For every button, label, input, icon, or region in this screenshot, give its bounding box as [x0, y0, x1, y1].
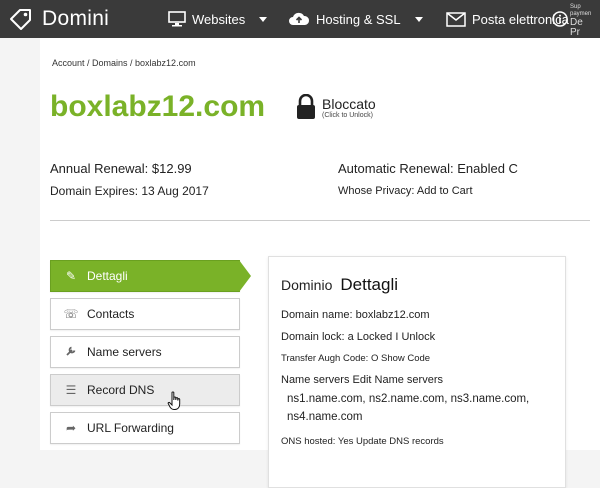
nav-websites[interactable]: Websites [168, 0, 268, 38]
side-item-url-forwarding[interactable]: ➦ URL Forwarding [50, 412, 240, 444]
wrench-icon [61, 345, 81, 360]
mini-menu-line: Pr [570, 27, 580, 38]
name-servers-list: ns1.name.com, ns2.name.com, ns3.name.com… [287, 393, 530, 423]
monitor-icon [168, 11, 186, 27]
forward-arrow-icon: ➦ [65, 421, 77, 435]
side-item-contacts[interactable]: ☏ Contacts [50, 298, 240, 330]
mini-menu-line: Sup [570, 4, 581, 10]
nav-hosting-ssl[interactable]: Hosting & SSL [288, 0, 423, 38]
side-item-label: Contacts [87, 307, 135, 321]
account-mini-menu[interactable]: Sup paymen De Pr [570, 4, 591, 38]
side-item-dettagli[interactable]: ✎ Dettagli [50, 260, 251, 292]
main-panel: Account / Domains / boxlabz12.com boxlab… [40, 38, 600, 488]
dns-hosted-row[interactable]: ONS hosted: Yes Update DNS records [281, 436, 561, 447]
nav-websites-label: Websites [192, 11, 246, 27]
card-heading-b: Dettagli [340, 275, 398, 294]
list-icon: ☰ [65, 383, 77, 397]
lock-toggle[interactable]: Bloccato (Click to Unlock) [296, 94, 376, 120]
brand-name: Domini [42, 7, 110, 30]
pencil-icon: ✎ [65, 269, 77, 283]
lock-hint: (Click to Unlock) [322, 111, 373, 119]
card-heading: Dominio Dettagli [281, 275, 398, 295]
brand-logo[interactable]: Domini [8, 6, 109, 32]
cloud-upload-icon [289, 12, 310, 25]
side-item-name-servers[interactable]: Name servers [50, 336, 240, 368]
breadcrumb[interactable]: Account / Domains / boxlabz12.com [52, 58, 196, 68]
domain-lock-row[interactable]: Domain lock: a Locked I Unlock [281, 331, 561, 343]
chevron-down-icon [414, 16, 423, 22]
divider [50, 220, 590, 221]
nav-hosting-label: Hosting & SSL [316, 11, 401, 27]
side-item-label: Dettagli [87, 269, 128, 283]
top-navigation-bar: Domini Websites Hosting & SSL Posta elet… [0, 0, 600, 38]
domain-name-row: Domain name: boxlabz12.com [281, 309, 430, 321]
whois-privacy[interactable]: Whose Privacy: Add to Cart [338, 180, 518, 202]
domain-expires: Domain Expires: 13 Aug 2017 [50, 184, 209, 198]
side-item-record-dns[interactable]: ☰ Record DNS [50, 374, 240, 410]
transfer-auth-row[interactable]: Transfer Augh Code: O Show Code [281, 353, 561, 364]
lock-status: Bloccato [322, 95, 376, 112]
settings-info: Automatic Renewal: Enabled C Whose Priva… [338, 158, 518, 202]
side-item-label: URL Forwarding [87, 421, 174, 435]
page-title: boxlabz12.com [50, 90, 266, 123]
name-servers-row[interactable]: Name servers Edit Name servers [281, 374, 561, 386]
chevron-down-icon [259, 16, 268, 22]
annual-renewal: Annual Renewal: $12.99 [50, 161, 192, 176]
hand-cursor-icon [167, 391, 181, 410]
phone-icon: ☏ [63, 307, 79, 321]
tag-icon [10, 9, 31, 30]
details-list: Domain name: boxlabz12.com Domain lock: … [281, 309, 561, 457]
card-heading-a: Dominio [281, 277, 333, 293]
nav-email[interactable]: Posta elettronica [446, 0, 569, 38]
automatic-renewal[interactable]: Automatic Renewal: Enabled C [338, 158, 518, 180]
details-card: Dominio Dettagli Domain name: boxlabz12.… [268, 256, 566, 488]
side-menu: ✎ Dettagli ☏ Contacts Name servers ☰ Rec… [50, 260, 251, 450]
side-item-label: Record DNS [87, 383, 155, 397]
lock-icon [297, 94, 315, 119]
side-item-label: Name servers [87, 345, 162, 359]
envelope-icon [446, 11, 466, 27]
renewal-info: Annual Renewal: $12.99 Domain Expires: 1… [50, 158, 209, 202]
info-circle-icon [552, 11, 568, 27]
